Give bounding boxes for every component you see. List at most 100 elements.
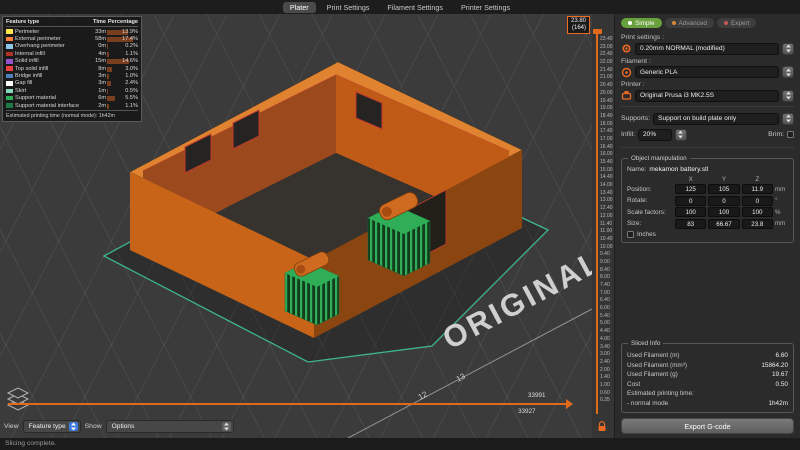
layer-tick-label: 20.40 xyxy=(600,82,613,89)
brim-checkbox[interactable] xyxy=(787,131,794,138)
layer-tick-label: 3.00 xyxy=(600,351,610,358)
layer-tick-label: 5.40 xyxy=(600,312,610,319)
legend-row: Top solid infill 8m 3.0% xyxy=(6,65,138,72)
unit-label: mm xyxy=(775,220,786,227)
infill-dropdown-button[interactable] xyxy=(674,128,687,141)
layer-tick-label: 22.00 xyxy=(600,59,613,66)
printer-dropdown[interactable]: Original Prusa i3 MK2.5S xyxy=(635,89,779,102)
filament-dropdown-button[interactable] xyxy=(782,66,794,78)
feature-time: 6m xyxy=(98,95,106,102)
sliced-info-value: 1h42m xyxy=(768,399,788,407)
z-input[interactable]: 0 xyxy=(741,195,773,206)
printer-dropdown-button[interactable] xyxy=(782,89,794,102)
layer-tick-label: 16.00 xyxy=(600,151,613,158)
x-input[interactable]: 0 xyxy=(675,195,707,206)
layer-tick-label: 3.40 xyxy=(600,343,610,350)
feature-percentage: 3.0% xyxy=(106,66,138,72)
layers-view-icon[interactable] xyxy=(4,386,32,414)
slider-lock-icon[interactable] xyxy=(597,421,607,432)
horizontal-slider-handle[interactable] xyxy=(566,399,573,409)
layer-tick-label: 17.40 xyxy=(600,128,613,135)
infill-label: Infill: xyxy=(621,131,635,138)
feature-name: Support material xyxy=(15,95,57,102)
y-input[interactable]: 105 xyxy=(708,184,740,194)
inches-row: Inches xyxy=(627,230,788,238)
mode-label: Simple xyxy=(635,19,655,27)
legend-header-percentage: Percentage xyxy=(107,19,138,25)
sliced-info-row: - normal mode 1h42m xyxy=(627,399,788,409)
tab[interactable]: Filament Settings xyxy=(380,2,450,13)
inches-checkbox[interactable] xyxy=(627,230,634,238)
manipulation-row: Position: 125 105 11.9 mm xyxy=(627,184,788,194)
layer-tick-label: 18.00 xyxy=(600,120,613,127)
printer-icon xyxy=(621,91,632,100)
supports-dropdown[interactable]: Support on build plate only xyxy=(653,112,779,125)
sliced-info-value: 0.50 xyxy=(775,380,788,388)
layer-tick-label: 18.40 xyxy=(600,112,613,119)
print-settings-label: Print settings : xyxy=(621,34,665,41)
layer-tick-label: 16.40 xyxy=(600,143,613,150)
feature-percentage: 1.0% xyxy=(106,73,138,80)
layer-tick-label: 10.40 xyxy=(600,235,613,242)
filament-value: Generic PLA xyxy=(640,68,678,76)
feature-color-swatch xyxy=(6,44,13,49)
layer-tick-label: 22.40 xyxy=(600,51,613,58)
z-input[interactable]: 11.9 xyxy=(741,184,773,194)
y-input[interactable]: 100 xyxy=(708,207,740,217)
show-options-dropdown[interactable]: Options xyxy=(105,420,234,433)
layer-slider-handle[interactable] xyxy=(593,29,602,34)
layer-slider-track[interactable] xyxy=(596,32,598,414)
infill-dropdown[interactable]: 20% xyxy=(637,128,672,141)
layer-tick-label: 0.60 xyxy=(600,389,610,396)
horizontal-slider-value: 33991 xyxy=(528,392,546,399)
print-settings-dropdown[interactable]: 0.20mm NORMAL (modified) xyxy=(635,42,779,55)
feature-legend-panel: Feature type Time Percentage Perimeter 3… xyxy=(2,16,142,122)
tab[interactable]: Printer Settings xyxy=(454,2,517,13)
layer-tick-label: 14.40 xyxy=(600,174,613,181)
feature-percentage: 1.1% xyxy=(106,103,138,109)
bed-ruler-number: 12 xyxy=(417,389,430,401)
infill-value: 20% xyxy=(642,131,657,138)
x-input[interactable]: 125 xyxy=(675,184,707,194)
3d-viewport[interactable]: ORIGINAL 12 13 Feature type Time Percent… xyxy=(0,14,592,438)
axis-z-label: Z xyxy=(755,175,760,183)
export-gcode-button[interactable]: Export G-code xyxy=(621,418,794,434)
layer-tick-label: 2.40 xyxy=(600,358,610,365)
legend-row: Overhang perimeter 0m 0.2% xyxy=(6,43,138,50)
legend-header: Feature type Time Percentage xyxy=(6,19,138,27)
y-input[interactable]: 66.67 xyxy=(708,218,740,229)
supports-value: Support on build plate only xyxy=(658,115,737,122)
layer-tick-label: 15.00 xyxy=(600,166,613,173)
axis-x-label: X xyxy=(688,175,693,183)
feature-name: Solid infill xyxy=(15,58,39,65)
tab[interactable]: Print Settings xyxy=(320,2,377,13)
mode-pill[interactable]: Simple xyxy=(621,18,662,28)
layer-tick-label: 12.00 xyxy=(600,212,613,219)
layer-tick-label: 23.40 xyxy=(600,36,613,42)
manipulation-label: Size: xyxy=(627,220,642,227)
view-mode-dropdown[interactable]: Feature type xyxy=(22,420,81,433)
feature-time: 3m xyxy=(98,73,106,80)
legend-row: Support material 6m 5.5% xyxy=(6,95,138,102)
y-input[interactable]: 0 xyxy=(708,195,740,206)
x-input[interactable]: 100 xyxy=(675,207,707,217)
mode-pill[interactable]: Advanced xyxy=(664,18,714,28)
horizontal-move-slider[interactable] xyxy=(8,403,566,405)
z-input[interactable]: 100 xyxy=(741,207,773,217)
tab[interactable]: Plater xyxy=(282,1,316,13)
layer-tick-label: 7.00 xyxy=(600,289,610,296)
filament-dropdown[interactable]: Generic PLA xyxy=(635,66,779,78)
supports-dropdown-button[interactable] xyxy=(782,112,794,125)
feature-percentage: 1.1% xyxy=(106,51,138,57)
layer-slider[interactable]: 23.40 23.00 22.40 22.00 21.40 21.00 20.40 20.00… xyxy=(592,14,614,438)
x-input[interactable]: 83 xyxy=(675,218,707,229)
mode-pill[interactable]: Expert xyxy=(716,18,757,28)
print-settings-dropdown-button[interactable] xyxy=(782,42,794,55)
layer-tick-label: 9.40 xyxy=(600,251,610,258)
sliced-info-row: Cost 0.50 xyxy=(627,380,788,390)
feature-time: 3m xyxy=(98,80,106,87)
z-input[interactable]: 23.8 xyxy=(741,218,773,229)
status-text: Slicing complete. xyxy=(5,440,57,447)
mode-selector: Simple Advanced Expert xyxy=(621,18,794,28)
